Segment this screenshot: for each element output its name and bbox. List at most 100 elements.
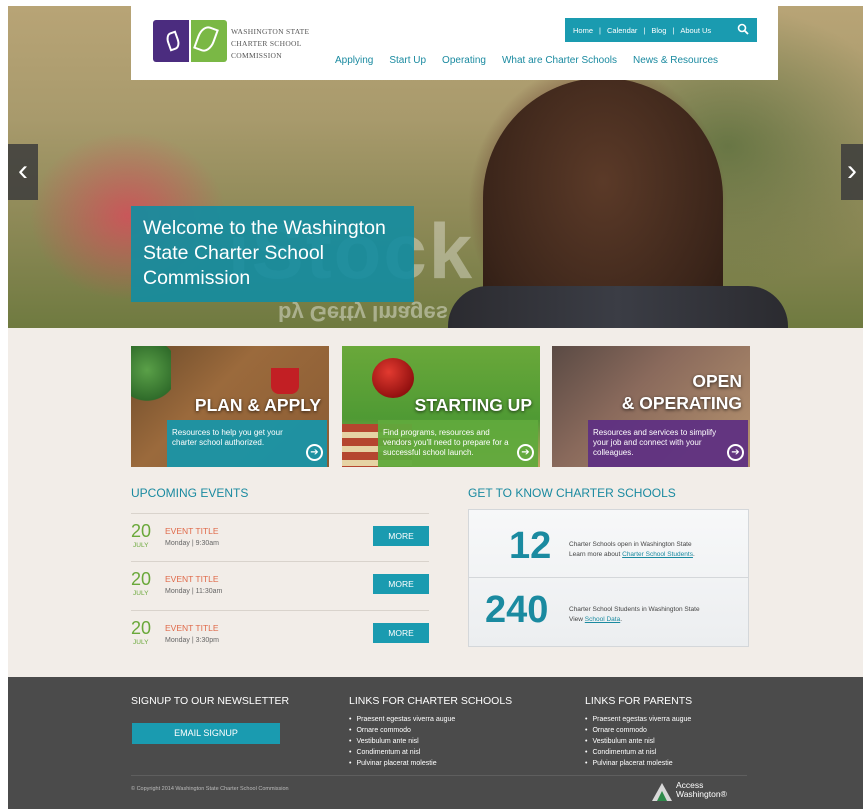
stat-prefix: Learn more about (569, 551, 623, 558)
event-more-button[interactable]: MORE (373, 574, 429, 594)
org-name-line: CHARTER SCHOOL (231, 39, 302, 48)
stat-suffix: . (620, 616, 623, 623)
stat-line: Learn more about Charter School Students… (569, 550, 695, 560)
event-title[interactable]: EVENT TITLE (165, 623, 219, 633)
event-month: JULY (133, 590, 149, 597)
event-row: 20 JULY EVENT TITLE Monday | 3:30pm MORE (131, 610, 429, 657)
charter-schools-links: Praesent egestas viverra augue Ornare co… (349, 714, 455, 769)
nav-about-us[interactable]: About Us (680, 26, 711, 35)
arrow-circle-icon[interactable]: ➔ (517, 444, 534, 461)
nav-separator: | (672, 25, 675, 35)
tile-description: Resources and services to simplify your … (588, 420, 748, 467)
footer-link[interactable]: Vestibulum ante nisl (585, 736, 691, 747)
stat-description: Charter Schools open in Washington State… (569, 540, 695, 560)
nav-home[interactable]: Home (573, 26, 593, 35)
main-nav: Applying Start Up Operating What are Cha… (335, 55, 718, 66)
footer-link[interactable]: Condimentum at nisl (585, 747, 691, 758)
coffee-cup-image (271, 368, 299, 394)
nav-calendar[interactable]: Calendar (607, 26, 637, 35)
event-title[interactable]: EVENT TITLE (165, 526, 219, 536)
footer-link[interactable]: Pulvinar placerat molestie (349, 758, 455, 769)
event-month: JULY (133, 542, 149, 549)
event-more-button[interactable]: MORE (373, 526, 429, 546)
tile-title: PLAN & APPLY (194, 395, 321, 415)
event-time: Monday | 11:30am (165, 588, 223, 595)
tile-title-line: OPEN (692, 371, 742, 391)
nav-what-are-charter-schools[interactable]: What are Charter Schools (502, 55, 617, 66)
site-logo[interactable] (153, 18, 227, 66)
tile-open-operating[interactable]: OPEN & OPERATING Resources and services … (552, 346, 750, 467)
hero-welcome-text: Welcome to the Washington State Charter … (131, 206, 414, 302)
photo-watermark-sub: by Getty Images (278, 301, 448, 326)
stat-line: Charter School Students in Washington St… (569, 606, 700, 613)
footer-link[interactable]: Ornare commodo (585, 725, 691, 736)
copyright-text: © Copyright 2014 Washington State Charte… (131, 786, 289, 792)
stats-panel: 12 Charter Schools open in Washington St… (468, 509, 749, 647)
access-washington-logo[interactable]: Access Washington® (652, 779, 742, 803)
chevron-right-icon: › (847, 154, 857, 187)
nav-blog[interactable]: Blog (651, 26, 666, 35)
footer-link[interactable]: Praesent egestas viverra augue (585, 714, 691, 725)
stat-prefix: View (569, 616, 585, 623)
arrow-circle-icon[interactable]: ➔ (306, 444, 323, 461)
email-signup-button[interactable]: EMAIL SIGNUP (132, 723, 280, 744)
nav-separator: | (599, 25, 601, 35)
event-more-button[interactable]: MORE (373, 623, 429, 643)
footer-divider (131, 775, 747, 776)
nav-start-up[interactable]: Start Up (389, 55, 426, 66)
event-title[interactable]: EVENT TITLE (165, 574, 219, 584)
school-data-link[interactable]: School Data (585, 616, 620, 623)
event-day: 20 (131, 618, 152, 638)
footer-link[interactable]: Vestibulum ante nisl (349, 736, 455, 747)
event-time: Monday | 3:30pm (165, 637, 219, 644)
event-day: 20 (131, 569, 152, 589)
stats-heading: GET TO KNOW CHARTER SCHOOLS (468, 486, 676, 500)
parents-links: Praesent egestas viverra augue Ornare co… (585, 714, 691, 769)
tile-description: Resources to help you get your charter s… (167, 420, 327, 467)
charter-schools-links-heading: LINKS FOR CHARTER SCHOOLS (349, 695, 513, 707)
carousel-next-button[interactable]: › (841, 144, 863, 200)
stats-divider (469, 577, 748, 578)
stat-line: View School Data. (569, 615, 700, 625)
charter-school-students-link[interactable]: Charter School Students (622, 551, 693, 558)
site-header: WASHINGTON STATE CHARTER SCHOOL COMMISSI… (131, 6, 778, 80)
hero-photo-shirt (448, 286, 788, 328)
tile-plan-apply[interactable]: PLAN & APPLY Resources to help you get y… (131, 346, 329, 467)
newsletter-heading: SIGNUP TO OUR NEWSLETTER (131, 695, 290, 707)
apple-image (372, 358, 414, 398)
tile-title: OPEN & OPERATING (622, 370, 742, 414)
tile-starting-up[interactable]: STARTING UP Find programs, resources and… (342, 346, 540, 467)
tile-title: STARTING UP (414, 395, 532, 415)
event-month: JULY (133, 639, 149, 646)
search-icon[interactable] (737, 23, 749, 35)
stat-line: Charter Schools open in Washington State (569, 541, 692, 548)
nav-separator: | (643, 25, 646, 35)
org-name-line: WASHINGTON STATE (231, 27, 310, 36)
footer-link[interactable]: Praesent egestas viverra augue (349, 714, 455, 725)
org-name-line: COMMISSION (231, 51, 282, 60)
utility-nav: Home | Calendar | Blog | About Us (565, 18, 757, 42)
stat-number: 12 (509, 525, 552, 567)
footer-link[interactable]: Ornare commodo (349, 725, 455, 736)
carousel-prev-button[interactable]: ‹ (8, 144, 38, 200)
tile-title-line: & OPERATING (621, 393, 742, 413)
event-time: Monday | 9:30am (165, 540, 219, 547)
nav-operating[interactable]: Operating (442, 55, 486, 66)
tile-description: Find programs, resources and vendors you… (378, 420, 538, 467)
stat-description: Charter School Students in Washington St… (569, 605, 700, 625)
access-line: Washington® (676, 789, 727, 799)
event-day: 20 (131, 521, 152, 541)
nav-applying[interactable]: Applying (335, 55, 373, 66)
arrow-circle-icon[interactable]: ➔ (727, 444, 744, 461)
plant-image (131, 346, 171, 406)
chevron-left-icon: ‹ (18, 154, 28, 187)
events-heading: UPCOMING EVENTS (131, 486, 249, 500)
access-washington-text: Access Washington® (676, 781, 727, 799)
event-row: 20 JULY EVENT TITLE Monday | 9:30am MORE (131, 513, 429, 560)
nav-news-resources[interactable]: News & Resources (633, 55, 718, 66)
footer-link[interactable]: Pulvinar placerat molestie (585, 758, 691, 769)
event-row: 20 JULY EVENT TITLE Monday | 11:30am MOR… (131, 561, 429, 608)
org-name: WASHINGTON STATE CHARTER SCHOOL COMMISSI… (231, 26, 309, 62)
footer-link[interactable]: Condimentum at nisl (349, 747, 455, 758)
parents-links-heading: LINKS FOR PARENTS (585, 695, 693, 707)
